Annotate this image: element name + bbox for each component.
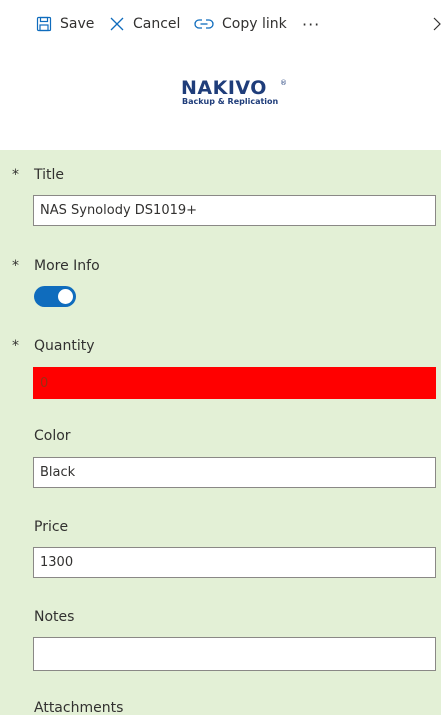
logo-brand: NAKIVO: [181, 77, 267, 99]
logo-tagline: Backup & Replication: [182, 97, 279, 106]
save-button[interactable]: Save: [36, 10, 94, 38]
title-label: Title: [34, 167, 65, 183]
color-input[interactable]: [33, 457, 436, 488]
quantity-input[interactable]: [33, 367, 436, 399]
chevron-right-icon: [433, 16, 441, 32]
link-icon: [194, 17, 214, 31]
title-input[interactable]: [33, 195, 436, 226]
cancel-button-label: Cancel: [133, 16, 181, 32]
price-label: Price: [34, 519, 69, 535]
logo-registered-mark: ®: [280, 79, 287, 87]
copy-link-button-label: Copy link: [222, 16, 287, 32]
quantity-required-marker: *: [12, 338, 19, 354]
more-info-toggle[interactable]: [34, 286, 76, 307]
save-button-label: Save: [60, 16, 95, 32]
close-icon: [109, 16, 125, 32]
attachments-label: Attachments: [34, 700, 124, 716]
price-input[interactable]: [33, 547, 436, 578]
notes-label: Notes: [34, 609, 75, 625]
notes-input[interactable]: [33, 637, 436, 671]
color-label: Color: [34, 428, 71, 444]
quantity-label: Quantity: [34, 338, 95, 354]
more-info-required-marker: *: [12, 258, 19, 274]
title-required-marker: *: [12, 167, 19, 183]
next-button[interactable]: [433, 10, 441, 38]
toggle-knob: [58, 289, 73, 304]
nakivo-logo: NAKIVO ® Backup & Replication: [176, 78, 288, 110]
cancel-button[interactable]: Cancel: [109, 10, 180, 38]
save-icon: [36, 16, 52, 32]
item-form: * Title * More Info * Quantity Color Pri…: [0, 150, 441, 716]
more-icon: ···: [302, 14, 321, 34]
more-info-label: More Info: [34, 258, 100, 274]
command-bar: Save Cancel Copy link ···: [0, 0, 441, 48]
more-button[interactable]: ···: [302, 10, 320, 38]
copy-link-button[interactable]: Copy link: [194, 10, 287, 38]
